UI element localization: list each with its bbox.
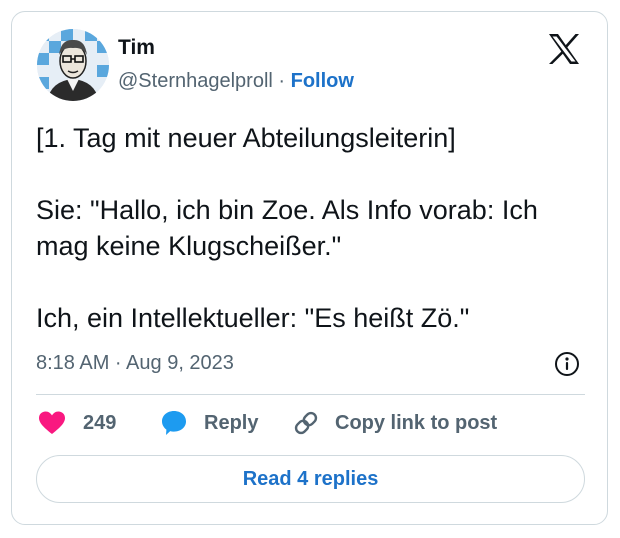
avatar[interactable] <box>37 29 109 101</box>
read-replies-button[interactable]: Read 4 replies <box>36 455 585 503</box>
handle-separator: · <box>272 70 291 92</box>
tweet-timestamp[interactable]: 8:18 AM · Aug 9, 2023 <box>36 351 234 375</box>
link-icon <box>294 411 318 435</box>
copy-link-label: Copy link to post <box>335 412 498 434</box>
x-logo-icon[interactable] <box>548 34 580 64</box>
author-handle[interactable]: @Sternhagelproll <box>118 70 273 92</box>
info-icon[interactable] <box>554 351 580 377</box>
copy-link-button[interactable]: Copy link to post <box>292 408 497 438</box>
author-name[interactable]: Tim <box>118 36 155 60</box>
follow-link[interactable]: Follow <box>291 70 354 92</box>
read-replies-label: Read 4 replies <box>242 467 379 490</box>
divider <box>36 394 585 395</box>
avatar-portrait-icon <box>37 29 109 101</box>
tweet-paragraph: [1. Tag mit neuer Abteilungsleiterin] <box>36 123 456 153</box>
speech-bubble-icon <box>162 411 186 435</box>
tweet-paragraph: Sie: "Hallo, ich bin Zoe. Als Info vorab… <box>36 195 538 261</box>
author-handle-line: @Sternhagelproll · Follow <box>118 69 354 93</box>
tweet-paragraph: Ich, ein Intellektueller: "Es heißt Zö." <box>36 303 470 333</box>
tweet-text: [1. Tag mit neuer Abteilungsleiterin] Si… <box>36 120 596 336</box>
like-button[interactable]: 249 <box>38 408 116 438</box>
reply-button[interactable]: Reply <box>160 408 258 438</box>
like-count: 249 <box>83 412 117 434</box>
heart-icon <box>39 411 65 434</box>
reply-label: Reply <box>204 412 259 434</box>
tweet-card: Tim @Sternhagelproll · Follow [1. Tag mi… <box>11 11 608 525</box>
